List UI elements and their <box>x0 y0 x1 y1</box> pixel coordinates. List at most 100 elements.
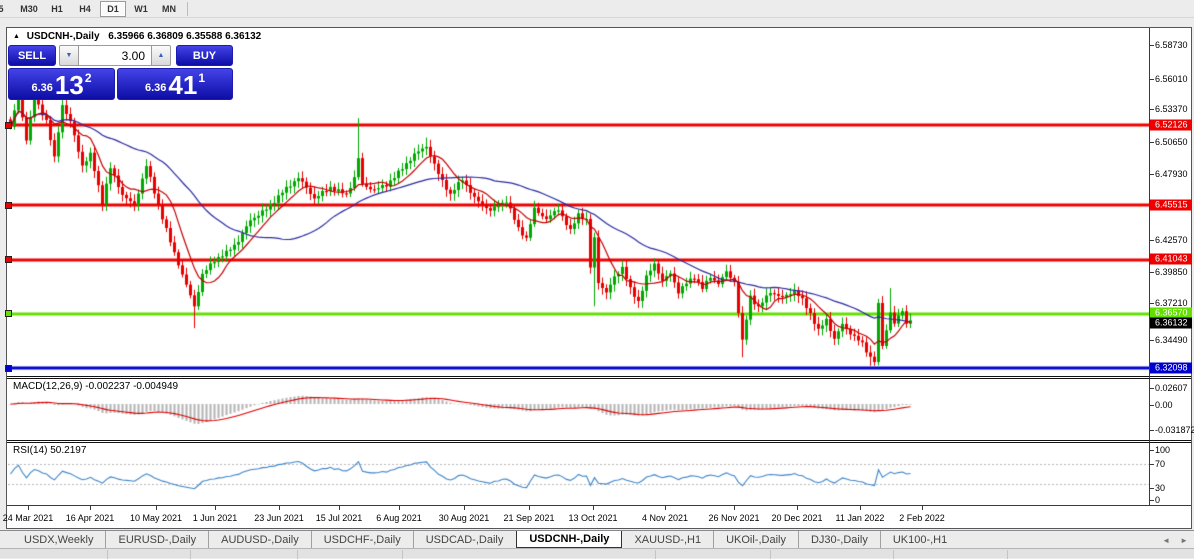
price-axis-badge: 6.36132 <box>1150 318 1192 329</box>
chart-tab[interactable]: UK100-,H1 <box>880 531 959 548</box>
price-axis-badge: 6.52126 <box>1150 120 1192 131</box>
timeframe-button[interactable]: D1 <box>100 1 126 17</box>
date-tick <box>339 506 340 510</box>
date-tick <box>665 506 666 510</box>
buy-button[interactable]: BUY <box>176 45 233 66</box>
macd-canvas[interactable] <box>8 379 1149 440</box>
rsi-canvas[interactable] <box>8 443 1149 505</box>
tab-scroll-arrows: ◄ ► <box>1162 531 1188 549</box>
price-axis-border <box>1149 28 1150 505</box>
chart-symbol-period: USDCNH-,Daily <box>27 31 100 42</box>
sell-button[interactable]: SELL <box>8 45 56 66</box>
timeframe-button[interactable]: W1 <box>128 1 154 17</box>
date-axis-label: 4 Nov 2021 <box>642 513 688 523</box>
price-axis-label: 6.37210 <box>1155 298 1188 308</box>
buy-price-sup: 1 <box>198 71 205 85</box>
timeframe-button[interactable]: M30 <box>16 1 42 17</box>
price-axis-label: 6.47930 <box>1155 169 1188 179</box>
price-axis-label: 6.42570 <box>1155 235 1188 245</box>
chart-title: ▲ USDCNH-,Daily 6.35966 6.36809 6.35588 … <box>13 31 261 42</box>
sell-price-sup: 2 <box>85 71 92 85</box>
price-axis-label: 6.50650 <box>1155 137 1188 147</box>
timeframe-button[interactable]: H4 <box>72 1 98 17</box>
date-tick <box>90 506 91 510</box>
chart-tab[interactable]: USDCAD-,Daily <box>413 531 516 548</box>
macd-axis-label: 0.02607 <box>1155 383 1188 393</box>
rsi-indicator-label: RSI(14) 50.2197 <box>13 445 86 456</box>
tab-scroll-right-icon[interactable]: ► <box>1180 536 1188 545</box>
sell-price-small: 6.36 <box>31 82 52 94</box>
volume-decrease-button[interactable]: ▼ <box>59 45 79 66</box>
timeframe-button[interactable]: H1 <box>44 1 70 17</box>
chart-ohlc-values: 6.35966 6.36809 6.35588 6.36132 <box>108 31 261 42</box>
chart-tab[interactable]: UKOil-,Daily <box>713 531 798 548</box>
up-arrow-icon: ▲ <box>158 52 165 59</box>
sell-price-panel[interactable]: 6.36 13 2 <box>8 68 115 100</box>
rsi-axis-label: 0 <box>1155 495 1160 505</box>
buy-price-big: 41 <box>168 73 197 97</box>
macd-axis-label: 0.00 <box>1155 400 1173 410</box>
buy-price-small: 6.36 <box>145 82 166 94</box>
date-tick <box>215 506 216 510</box>
rsi-axis-label: 100 <box>1155 445 1170 455</box>
rsi-axis-label: 70 <box>1155 459 1165 469</box>
macd-indicator-label: MACD(12,26,9) -0.002237 -0.004949 <box>13 381 178 392</box>
date-tick <box>464 506 465 510</box>
date-tick <box>529 506 530 510</box>
toolbar-separator <box>187 2 188 16</box>
date-tick <box>28 506 29 510</box>
volume-increase-button[interactable]: ▲ <box>151 45 171 66</box>
buy-price-panel[interactable]: 6.36 41 1 <box>117 68 233 100</box>
price-axis-label: 6.56010 <box>1155 74 1188 84</box>
date-axis-label: 24 Mar 2021 <box>3 513 54 523</box>
date-axis-label: 26 Nov 2021 <box>708 513 759 523</box>
level-line-handle[interactable] <box>5 310 12 317</box>
price-axis-label: 6.34490 <box>1155 335 1188 345</box>
date-axis-label: 20 Dec 2021 <box>771 513 822 523</box>
date-axis-label: 23 Jun 2021 <box>254 513 304 523</box>
chart-tab-bar: USDX,WeeklyEURUSD-,DailyAUDUSD-,DailyUSD… <box>0 530 1194 548</box>
price-axis-badge: 6.32098 <box>1150 363 1192 374</box>
date-axis-label: 10 May 2021 <box>130 513 182 523</box>
level-line-handle[interactable] <box>5 202 12 209</box>
level-line-handle[interactable] <box>5 122 12 129</box>
timeframe-toolbar: 5M30H1H4D1W1MN <box>0 0 1194 18</box>
main-macd-splitter[interactable] <box>7 376 1191 379</box>
chart-tab[interactable]: USDX,Weekly <box>12 531 105 548</box>
date-axis-label: 1 Jun 2021 <box>193 513 238 523</box>
date-axis-label: 30 Aug 2021 <box>439 513 490 523</box>
chart-tab[interactable]: USDCHF-,Daily <box>311 531 413 548</box>
date-tick <box>593 506 594 510</box>
time-axis-border <box>7 505 1191 506</box>
chart-tab[interactable]: AUDUSD-,Daily <box>208 531 311 548</box>
collapse-triangle-icon[interactable]: ▲ <box>13 33 20 40</box>
date-tick <box>399 506 400 510</box>
sell-price-big: 13 <box>55 73 84 97</box>
chart-window: ▲ USDCNH-,Daily 6.35966 6.36809 6.35588 … <box>6 27 1192 529</box>
date-tick <box>156 506 157 510</box>
down-arrow-icon: ▼ <box>66 52 73 59</box>
date-tick <box>797 506 798 510</box>
date-tick <box>860 506 861 510</box>
date-tick <box>279 506 280 510</box>
date-tick <box>922 506 923 510</box>
one-click-trading-widget: SELL ▼ ▲ BUY 6.36 13 2 6.36 41 1 <box>7 44 234 102</box>
timeframe-button[interactable]: 5 <box>0 1 14 17</box>
rsi-axis-label: 30 <box>1155 483 1165 493</box>
volume-input[interactable] <box>79 45 151 66</box>
chart-tab[interactable]: DJ30-,Daily <box>798 531 880 548</box>
date-axis-label: 15 Jul 2021 <box>316 513 363 523</box>
tab-scroll-left-icon[interactable]: ◄ <box>1162 536 1170 545</box>
level-line-handle[interactable] <box>5 365 12 372</box>
chart-tab[interactable]: USDCNH-,Daily <box>516 531 622 548</box>
date-tick <box>734 506 735 510</box>
macd-rsi-splitter[interactable] <box>7 440 1191 443</box>
date-axis-label: 21 Sep 2021 <box>503 513 554 523</box>
chart-tab[interactable]: XAUUSD-,H1 <box>622 531 713 548</box>
date-axis-label: 11 Jan 2022 <box>836 513 885 523</box>
price-axis-badge: 6.45515 <box>1150 200 1192 211</box>
timeframe-button[interactable]: MN <box>156 1 182 17</box>
date-axis-label: 6 Aug 2021 <box>376 513 422 523</box>
chart-tab[interactable]: EURUSD-,Daily <box>105 531 208 548</box>
level-line-handle[interactable] <box>5 256 12 263</box>
